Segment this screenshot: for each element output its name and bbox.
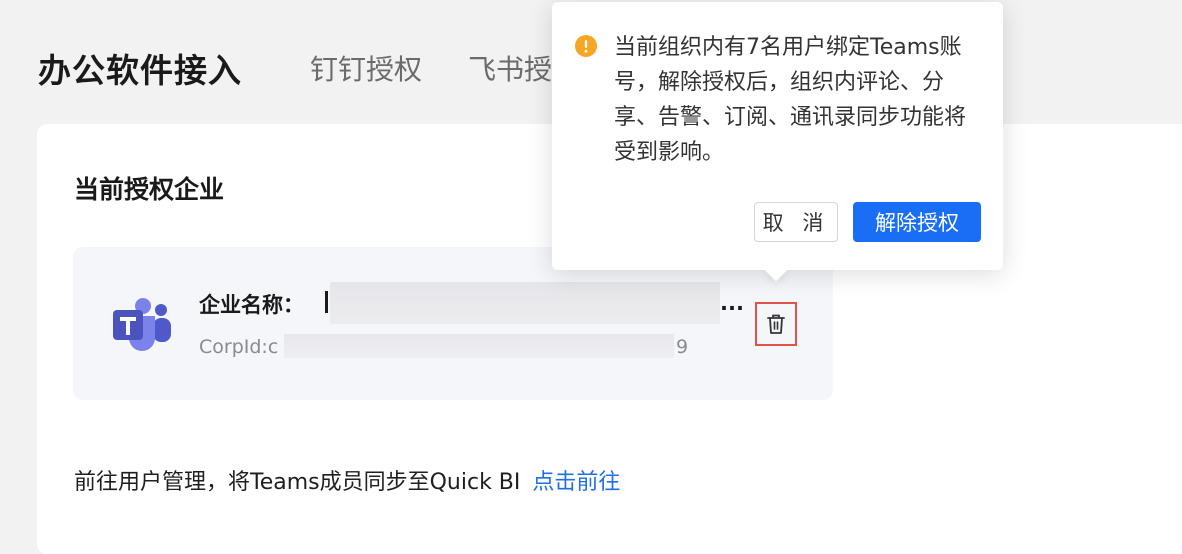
goto-link[interactable]: 点击前往 <box>532 470 620 495</box>
delete-button[interactable] <box>755 302 797 346</box>
redacted-corp-name <box>330 282 720 324</box>
trash-icon <box>767 314 785 334</box>
corpid-suffix: 9 <box>676 336 689 358</box>
section-title: 当前授权企业 <box>74 175 225 204</box>
corp-name-cursor <box>325 291 328 313</box>
corp-name-ellipsis: ... <box>720 291 744 315</box>
tab-dingtalk[interactable]: 钉钉授权 <box>310 48 422 88</box>
revoke-authorization-button[interactable]: 解除授权 <box>853 202 981 242</box>
teams-logo-icon <box>113 298 171 351</box>
hint-row: 前往用户管理，将Teams成员同步至Quick BI 点击前往 <box>74 464 620 496</box>
hint-text: 前往用户管理，将Teams成员同步至Quick BI <box>74 470 521 495</box>
cancel-button[interactable]: 取 消 <box>754 202 838 242</box>
page-title: 办公软件接入 <box>38 51 242 90</box>
tab-feishu[interactable]: 飞书授 <box>468 48 552 88</box>
corpid-prefix: CorpId:c <box>199 336 279 358</box>
popover-message: 当前组织内有7名用户绑定Teams账号，解除授权后，组织内评论、分享、告警、订阅… <box>614 35 967 165</box>
warning-icon <box>575 35 597 57</box>
redacted-corpid <box>284 334 674 358</box>
corp-name-label: 企业名称： <box>199 293 304 317</box>
